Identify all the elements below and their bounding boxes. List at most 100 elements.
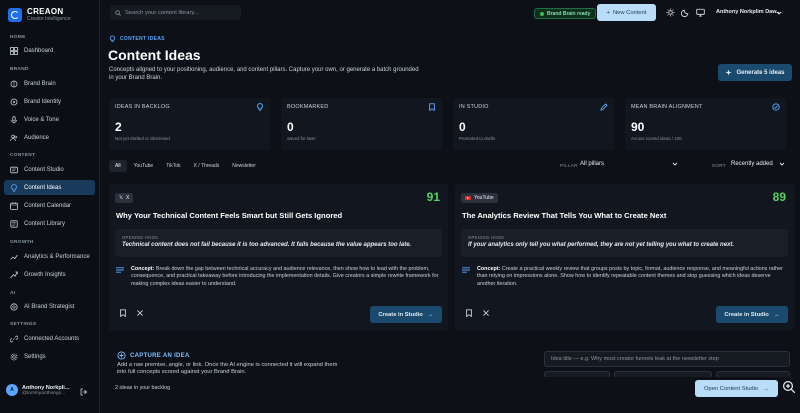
create-in-studio-button[interactable]: Create in Studio → <box>370 306 442 323</box>
filter-chip-youtube[interactable]: YouTube <box>128 160 160 172</box>
filter-chip-newsletter[interactable]: Newsletter <box>226 160 262 172</box>
stat-note: Across scored ideas / 100 <box>631 136 682 141</box>
analytics-icon <box>10 253 18 261</box>
arrow-right-icon: → <box>763 385 769 392</box>
theme-toggle-icon[interactable] <box>666 8 675 17</box>
brand[interactable]: CREAON Creator Intelligence <box>8 7 70 22</box>
pillar-select[interactable]: All pillars <box>580 161 678 167</box>
new-content-button[interactable]: + New Content <box>597 4 656 21</box>
sidebar-item-growth-insights[interactable]: Growth Insights <box>4 267 95 282</box>
mic-icon <box>10 115 18 124</box>
sidebar-item-label: Voice & Tone <box>24 116 59 123</box>
x-logo-icon: 𝕏 <box>119 195 124 201</box>
sidebar-item-brand-identity[interactable]: Brand Identity <box>4 94 95 109</box>
concept-lead: Concept: <box>477 266 501 272</box>
brand-subtitle: Creator Intelligence <box>27 16 71 22</box>
lightbulb-icon <box>10 183 18 192</box>
stat-note: Not yet drafted or dismissed <box>115 136 170 141</box>
pillar-label: PILLAR <box>560 163 578 168</box>
sidebar-item-settings[interactable]: Settings <box>4 349 95 364</box>
logout-icon[interactable] <box>80 388 88 396</box>
hook-label: OPENING HOOK <box>468 235 505 240</box>
sort-select[interactable]: Recently added <box>731 161 785 167</box>
chevron-down-icon[interactable] <box>776 10 782 16</box>
sidebar-item-analytics[interactable]: Analytics & Performance <box>4 249 95 264</box>
check-circle-icon <box>772 103 780 111</box>
eyebrow-text: CONTENT IDEAS <box>120 36 165 42</box>
sidebar-item-content-calendar[interactable]: Content Calendar <box>4 198 95 213</box>
create-in-studio-label: Create in Studio <box>724 311 769 318</box>
platform-name: X <box>126 195 130 201</box>
idea-title: The Analytics Review That Tells You What… <box>462 211 667 220</box>
sidebar-item-label: Audience <box>24 134 50 141</box>
hook-label: OPENING HOOK <box>122 235 159 240</box>
user-email: @tommyanthonyp... <box>22 390 65 396</box>
create-in-studio-button[interactable]: Create in Studio → <box>716 306 788 323</box>
hook-text: Technical content does not fail because … <box>122 242 412 248</box>
sidebar-item-connected-accounts[interactable]: Connected Accounts <box>4 331 95 346</box>
close-icon[interactable] <box>482 309 490 317</box>
idea-format-select[interactable] <box>716 371 790 377</box>
arrow-right-icon: → <box>773 311 780 318</box>
bookmark-icon[interactable] <box>465 309 473 317</box>
monitor-icon[interactable] <box>696 8 705 17</box>
sidebar-item-ai-strategist[interactable]: AI Brand Strategist <box>4 299 95 314</box>
sidebar-item-content-studio[interactable]: Content Studio <box>4 162 95 177</box>
youtube-logo-icon <box>465 195 471 201</box>
strategist-icon <box>10 302 18 311</box>
idea-platform-select[interactable] <box>544 371 610 377</box>
grid-icon <box>10 46 18 55</box>
nav-section-content: CONTENT <box>10 153 36 158</box>
identity-icon <box>10 98 18 106</box>
sidebar-item-audience[interactable]: Audience <box>4 130 95 145</box>
zoom-button[interactable] <box>780 378 798 396</box>
sidebar-item-label: Brand Brain <box>24 80 56 87</box>
sidebar-item-label: Connected Accounts <box>24 335 80 342</box>
filter-chip-x-threads[interactable]: X / Threads <box>187 160 225 172</box>
stat-label: MEAN BRAIN ALIGNMENT <box>631 104 703 110</box>
stat-ideas-backlog: IDEAS IN BACKLOG 2 Not yet drafted or di… <box>109 98 270 150</box>
filter-chip-all[interactable]: All <box>109 160 127 172</box>
capture-title: CAPTURE AN IDEA <box>130 352 190 359</box>
search-input[interactable] <box>125 9 235 16</box>
edit-icon <box>600 103 608 111</box>
filter-chip-tiktok[interactable]: TikTok <box>160 160 186 172</box>
search-icon <box>115 9 121 16</box>
stat-value: 90 <box>631 120 645 134</box>
lightbulb-icon <box>109 35 116 43</box>
sidebar-item-voice-tone[interactable]: Voice & Tone <box>4 112 95 127</box>
sort-value: Recently added <box>731 161 773 167</box>
bookmark-icon[interactable] <box>119 309 127 317</box>
sidebar-item-content-ideas[interactable]: Content Ideas <box>4 180 95 195</box>
sidebar-item-brand-brain[interactable]: Brand Brain <box>4 76 95 91</box>
brand-name: CREAON <box>27 7 64 16</box>
generate-ideas-button[interactable]: Generate 5 ideas <box>718 64 792 81</box>
open-content-studio-button[interactable]: Open Content Studio → <box>695 380 778 397</box>
stat-value: 2 <box>115 120 122 134</box>
plus-icon: + <box>606 9 610 16</box>
alignment-score: 89 <box>772 190 786 204</box>
concept-body: Create a practical weekly review that gr… <box>477 266 783 287</box>
search-box[interactable] <box>110 5 241 20</box>
idea-title-input[interactable] <box>544 351 790 367</box>
sidebar-user[interactable]: A Anthony Norkpli... @tommyanthonyp... <box>6 384 94 396</box>
moon-icon[interactable] <box>681 8 690 17</box>
idea-card: YouTube 89 The Analytics Review That Tel… <box>455 184 794 331</box>
idea-title: Why Your Technical Content Feels Smart b… <box>116 211 343 220</box>
stat-mean-alignment: MEAN BRAIN ALIGNMENT 90 Across scored id… <box>625 98 786 150</box>
sidebar-item-dashboard[interactable]: Dashboard <box>4 43 95 58</box>
capture-heading: CAPTURE AN IDEA <box>117 351 190 360</box>
arrow-right-icon: → <box>427 311 434 318</box>
sidebar-item-content-library[interactable]: Content Library <box>4 216 95 231</box>
idea-pillar-select[interactable] <box>614 371 712 377</box>
stat-note: Saved for later <box>287 136 316 141</box>
insights-icon <box>10 271 18 279</box>
close-icon[interactable] <box>136 309 144 317</box>
nav-section-home: HOME <box>10 35 26 40</box>
status-badge: Brand Brain ready <box>534 8 597 19</box>
sidebar: CREAON Creator Intelligence HOME Dashboa… <box>0 0 100 413</box>
plus-circle-icon <box>117 351 126 360</box>
link-icon <box>10 335 18 343</box>
topbar-user-name[interactable]: Anthony Norkplim Daw... <box>716 9 781 15</box>
calendar-icon <box>10 201 18 210</box>
